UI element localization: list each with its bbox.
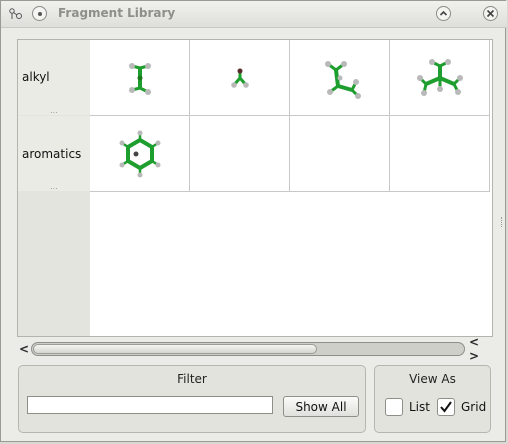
list-label: List [409, 400, 430, 414]
fragment-library-window: Fragment Library alkyl ... aromatics ... [0, 0, 507, 442]
filter-title: Filter [177, 372, 207, 386]
fragment-grid: alkyl ... aromatics ... [17, 39, 493, 337]
window-title: Fragment Library [58, 6, 176, 20]
empty-cell[interactable] [290, 116, 390, 192]
methane-molecule [128, 62, 151, 95]
title-bar: Fragment Library [1, 1, 507, 28]
empty-cell[interactable] [190, 116, 290, 192]
view-as-title: View As [409, 372, 456, 386]
horizontal-scrollbar[interactable]: < < > [17, 335, 493, 363]
benzene-molecule [119, 130, 160, 177]
row-resize-handle[interactable]: ... [50, 106, 58, 115]
methyl-molecule [230, 68, 249, 88]
fragment-cell[interactable] [390, 40, 490, 116]
isobutane-molecule [416, 58, 463, 96]
app-icon[interactable] [7, 5, 24, 22]
resize-grip[interactable] [501, 217, 505, 227]
pin-icon[interactable] [31, 5, 48, 22]
checkmark-icon [440, 401, 452, 413]
view-as-group: View As List Grid [374, 365, 491, 433]
scroll-left-icon[interactable]: < [17, 341, 31, 357]
fragment-cell[interactable] [90, 40, 190, 116]
scroll-right-icon[interactable]: < > [469, 335, 491, 363]
fragment-cell[interactable] [290, 40, 390, 116]
filter-input[interactable] [27, 396, 273, 414]
shade-icon[interactable] [435, 5, 452, 22]
grid-checkbox[interactable] [437, 398, 455, 416]
empty-cell[interactable] [390, 116, 490, 192]
fragment-cell[interactable] [190, 40, 290, 116]
row-label: alkyl [22, 70, 50, 84]
show-all-button[interactable]: Show All [283, 396, 359, 417]
scroll-track[interactable] [31, 342, 465, 356]
row-resize-handle[interactable]: ... [50, 182, 58, 191]
ethane-molecule [324, 60, 361, 99]
filter-group: Filter Show All [18, 365, 366, 433]
scroll-thumb[interactable] [33, 344, 317, 354]
grid-label: Grid [461, 400, 487, 414]
list-checkbox[interactable] [385, 398, 403, 416]
close-icon[interactable] [482, 5, 499, 22]
fragment-cell[interactable] [90, 116, 190, 192]
row-label: aromatics [22, 147, 82, 161]
